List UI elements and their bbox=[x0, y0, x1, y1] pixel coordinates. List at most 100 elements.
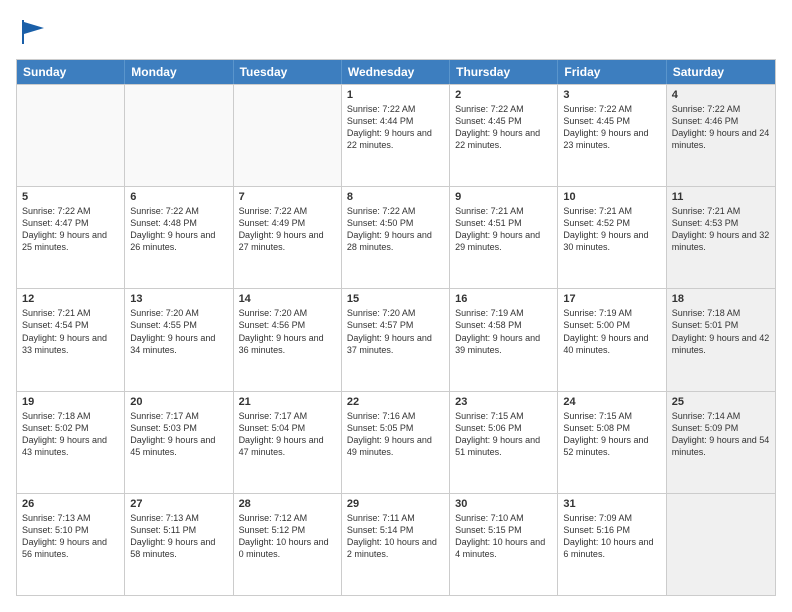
day-number: 30 bbox=[455, 498, 552, 510]
day-number: 3 bbox=[563, 89, 660, 101]
day-cell-empty bbox=[17, 85, 125, 186]
day-number: 13 bbox=[130, 293, 227, 305]
day-number: 2 bbox=[455, 89, 552, 101]
day-number: 20 bbox=[130, 396, 227, 408]
day-info: Sunrise: 7:22 AMSunset: 4:47 PMDaylight:… bbox=[22, 205, 119, 254]
logo-text bbox=[16, 16, 50, 49]
week-row-4: 19 Sunrise: 7:18 AMSunset: 5:02 PMDayligh… bbox=[17, 391, 775, 493]
day-number: 17 bbox=[563, 293, 660, 305]
day-cell-26: 26Sunrise: 7:13 AMSunset: 5:10 PMDayligh… bbox=[17, 494, 125, 595]
header-tuesday: Tuesday bbox=[234, 60, 342, 84]
day-cell-14: 14Sunrise: 7:20 AMSunset: 4:56 PMDayligh… bbox=[234, 289, 342, 390]
day-number: 12 bbox=[22, 293, 119, 305]
day-cell-23: 23 Sunrise: 7:15 AMSunset: 5:06 PMDayligh… bbox=[450, 392, 558, 493]
day-cell-4: 4Sunrise: 7:22 AMSunset: 4:46 PMDaylight… bbox=[667, 85, 775, 186]
day-number: 14 bbox=[239, 293, 336, 305]
day-info: Sunrise: 7:21 AMSunset: 4:54 PMDaylight:… bbox=[22, 307, 119, 356]
header-sunday: Sunday bbox=[17, 60, 125, 84]
day-cell-11: 11 Sunrise: 7:21 AMSunset: 4:53 PMDayligh… bbox=[667, 187, 775, 288]
day-info: Sunrise: 7:17 AMSunset: 5:03 PMDaylight:… bbox=[130, 410, 227, 459]
day-cell-9: 9 Sunrise: 7:21 AMSunset: 4:51 PMDaylight… bbox=[450, 187, 558, 288]
day-info: Sunrise: 7:22 AMSunset: 4:49 PMDaylight:… bbox=[239, 205, 336, 254]
day-number: 22 bbox=[347, 396, 444, 408]
day-info: Sunrise: 7:21 AMSunset: 4:51 PMDaylight:… bbox=[455, 205, 552, 254]
day-info: Sunrise: 7:17 AMSunset: 5:04 PMDaylight:… bbox=[239, 410, 336, 459]
day-number: 9 bbox=[455, 191, 552, 203]
day-info: Sunrise: 7:14 AMSunset: 5:09 PMDaylight:… bbox=[672, 410, 770, 459]
day-info: Sunrise: 7:22 AMSunset: 4:46 PMDaylight:… bbox=[672, 103, 770, 152]
day-info: Sunrise: 7:22 AMSunset: 4:44 PMDaylight:… bbox=[347, 103, 444, 152]
day-info: Sunrise: 7:09 AMSunset: 5:16 PMDaylight:… bbox=[563, 512, 660, 561]
day-cell-28: 28Sunrise: 7:12 AMSunset: 5:12 PMDayligh… bbox=[234, 494, 342, 595]
day-cell-8: 8 Sunrise: 7:22 AMSunset: 4:50 PMDaylight… bbox=[342, 187, 450, 288]
day-number: 28 bbox=[239, 498, 336, 510]
day-info: Sunrise: 7:11 AMSunset: 5:14 PMDaylight:… bbox=[347, 512, 444, 561]
day-info: Sunrise: 7:18 AMSunset: 5:01 PMDaylight:… bbox=[672, 307, 770, 356]
day-number: 15 bbox=[347, 293, 444, 305]
day-cell-20: 20 Sunrise: 7:17 AMSunset: 5:03 PMDayligh… bbox=[125, 392, 233, 493]
day-cell-empty bbox=[667, 494, 775, 595]
day-cell-24: 24 Sunrise: 7:15 AMSunset: 5:08 PMDayligh… bbox=[558, 392, 666, 493]
day-cell-5: 5 Sunrise: 7:22 AMSunset: 4:47 PMDaylight… bbox=[17, 187, 125, 288]
header bbox=[16, 16, 776, 49]
day-cell-16: 16Sunrise: 7:19 AMSunset: 4:58 PMDayligh… bbox=[450, 289, 558, 390]
day-info: Sunrise: 7:20 AMSunset: 4:57 PMDaylight:… bbox=[347, 307, 444, 356]
day-cell-10: 10 Sunrise: 7:21 AMSunset: 4:52 PMDayligh… bbox=[558, 187, 666, 288]
calendar-body: 1 Sunrise: 7:22 AMSunset: 4:44 PMDaylight… bbox=[17, 84, 775, 595]
header-friday: Friday bbox=[558, 60, 666, 84]
day-number: 10 bbox=[563, 191, 660, 203]
header-wednesday: Wednesday bbox=[342, 60, 450, 84]
day-cell-30: 30Sunrise: 7:10 AMSunset: 5:15 PMDayligh… bbox=[450, 494, 558, 595]
day-cell-2: 2 Sunrise: 7:22 AMSunset: 4:45 PMDaylight… bbox=[450, 85, 558, 186]
day-cell-6: 6Sunrise: 7:22 AMSunset: 4:48 PMDaylight… bbox=[125, 187, 233, 288]
day-cell-25: 25 Sunrise: 7:14 AMSunset: 5:09 PMDayligh… bbox=[667, 392, 775, 493]
day-number: 23 bbox=[455, 396, 552, 408]
calendar: SundayMondayTuesdayWednesdayThursdayFrid… bbox=[16, 59, 776, 596]
day-cell-22: 22 Sunrise: 7:16 AMSunset: 5:05 PMDayligh… bbox=[342, 392, 450, 493]
day-number: 26 bbox=[22, 498, 119, 510]
day-info: Sunrise: 7:16 AMSunset: 5:05 PMDaylight:… bbox=[347, 410, 444, 459]
day-info: Sunrise: 7:20 AMSunset: 4:55 PMDaylight:… bbox=[130, 307, 227, 356]
week-row-5: 26Sunrise: 7:13 AMSunset: 5:10 PMDayligh… bbox=[17, 493, 775, 595]
day-info: Sunrise: 7:21 AMSunset: 4:53 PMDaylight:… bbox=[672, 205, 770, 254]
day-number: 27 bbox=[130, 498, 227, 510]
week-row-2: 5 Sunrise: 7:22 AMSunset: 4:47 PMDaylight… bbox=[17, 186, 775, 288]
page: SundayMondayTuesdayWednesdayThursdayFrid… bbox=[0, 0, 792, 612]
day-info: Sunrise: 7:13 AMSunset: 5:11 PMDaylight:… bbox=[130, 512, 227, 561]
day-info: Sunrise: 7:21 AMSunset: 4:52 PMDaylight:… bbox=[563, 205, 660, 254]
day-cell-29: 29 Sunrise: 7:11 AMSunset: 5:14 PMDayligh… bbox=[342, 494, 450, 595]
day-cell-31: 31Sunrise: 7:09 AMSunset: 5:16 PMDayligh… bbox=[558, 494, 666, 595]
day-info: Sunrise: 7:18 AMSunset: 5:02 PMDaylight:… bbox=[22, 410, 119, 459]
day-info: Sunrise: 7:22 AMSunset: 4:50 PMDaylight:… bbox=[347, 205, 444, 254]
logo-flag-icon bbox=[18, 16, 50, 48]
day-number: 11 bbox=[672, 191, 770, 203]
day-number: 5 bbox=[22, 191, 119, 203]
day-number: 8 bbox=[347, 191, 444, 203]
day-info: Sunrise: 7:15 AMSunset: 5:08 PMDaylight:… bbox=[563, 410, 660, 459]
day-number: 6 bbox=[130, 191, 227, 203]
day-number: 24 bbox=[563, 396, 660, 408]
week-row-3: 12 Sunrise: 7:21 AMSunset: 4:54 PMDayligh… bbox=[17, 288, 775, 390]
day-cell-3: 3 Sunrise: 7:22 AMSunset: 4:45 PMDaylight… bbox=[558, 85, 666, 186]
logo bbox=[16, 16, 50, 49]
header-thursday: Thursday bbox=[450, 60, 558, 84]
day-cell-1: 1 Sunrise: 7:22 AMSunset: 4:44 PMDaylight… bbox=[342, 85, 450, 186]
day-number: 19 bbox=[22, 396, 119, 408]
day-cell-7: 7Sunrise: 7:22 AMSunset: 4:49 PMDaylight… bbox=[234, 187, 342, 288]
day-cell-15: 15 Sunrise: 7:20 AMSunset: 4:57 PMDayligh… bbox=[342, 289, 450, 390]
day-number: 16 bbox=[455, 293, 552, 305]
day-number: 1 bbox=[347, 89, 444, 101]
calendar-header: SundayMondayTuesdayWednesdayThursdayFrid… bbox=[17, 60, 775, 84]
day-cell-18: 18Sunrise: 7:18 AMSunset: 5:01 PMDayligh… bbox=[667, 289, 775, 390]
day-cell-12: 12 Sunrise: 7:21 AMSunset: 4:54 PMDayligh… bbox=[17, 289, 125, 390]
header-monday: Monday bbox=[125, 60, 233, 84]
day-number: 25 bbox=[672, 396, 770, 408]
day-number: 21 bbox=[239, 396, 336, 408]
day-info: Sunrise: 7:22 AMSunset: 4:45 PMDaylight:… bbox=[455, 103, 552, 152]
header-saturday: Saturday bbox=[667, 60, 775, 84]
day-info: Sunrise: 7:15 AMSunset: 5:06 PMDaylight:… bbox=[455, 410, 552, 459]
day-number: 29 bbox=[347, 498, 444, 510]
day-info: Sunrise: 7:22 AMSunset: 4:45 PMDaylight:… bbox=[563, 103, 660, 152]
day-cell-27: 27 Sunrise: 7:13 AMSunset: 5:11 PMDayligh… bbox=[125, 494, 233, 595]
day-cell-21: 21 Sunrise: 7:17 AMSunset: 5:04 PMDayligh… bbox=[234, 392, 342, 493]
